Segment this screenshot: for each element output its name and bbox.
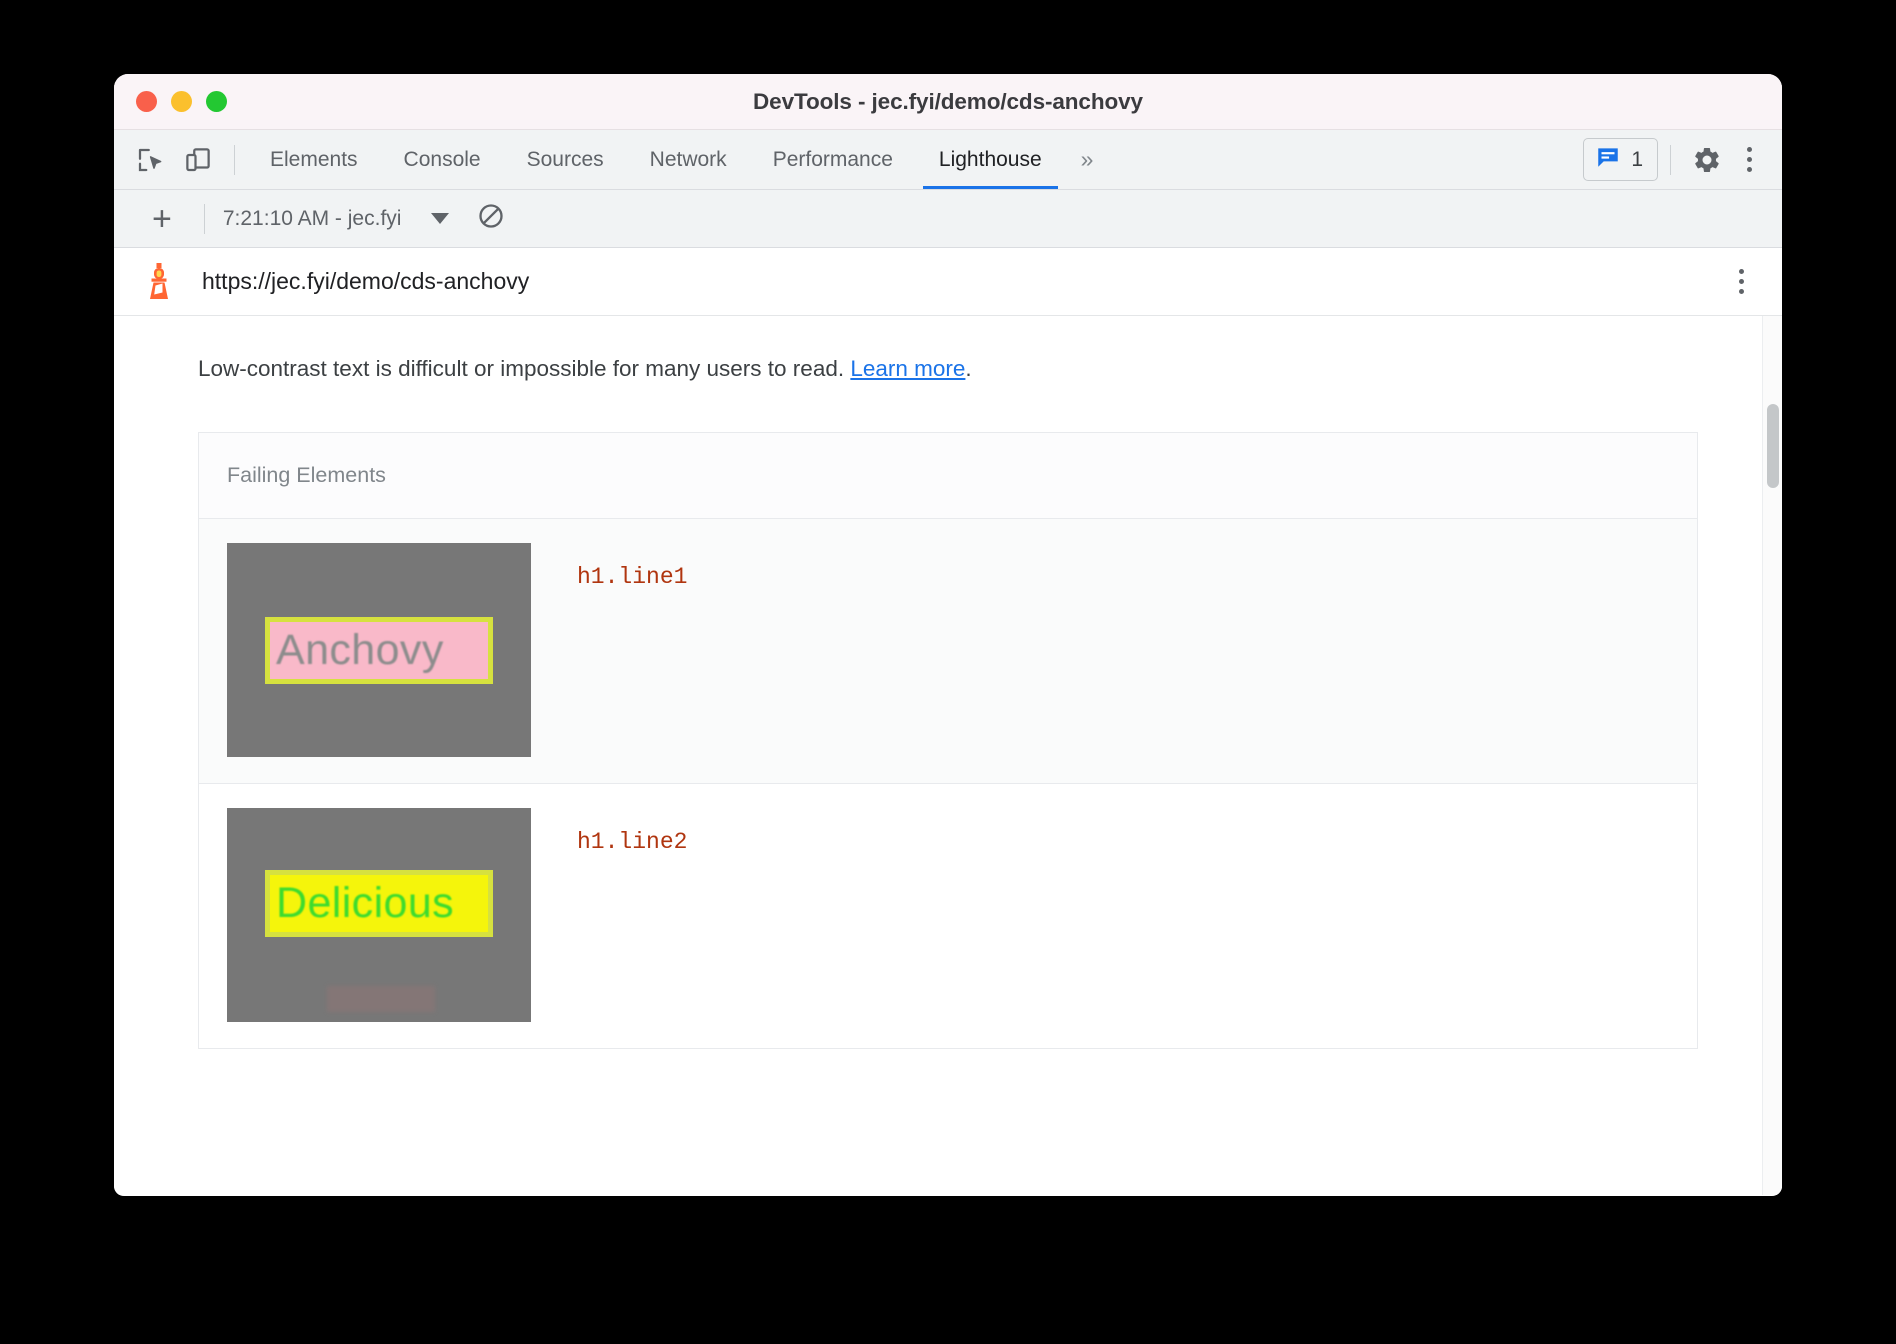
report-url-header: https://jec.fyi/demo/cds-anchovy [114, 248, 1782, 316]
tab-label: Sources [527, 148, 604, 172]
message-icon [1595, 144, 1621, 175]
tab-network[interactable]: Network [627, 130, 750, 189]
highlight-inner: Anchovy [270, 622, 488, 679]
tab-label: Console [404, 148, 481, 172]
close-window-button[interactable] [136, 91, 157, 112]
zoom-window-button[interactable] [206, 91, 227, 112]
window-title: DevTools - jec.fyi/demo/cds-anchovy [114, 89, 1782, 115]
blurred-secondary-element [327, 986, 435, 1012]
report-content: Low-contrast text is difficult or imposs… [114, 316, 1782, 1049]
report-selector-dropdown[interactable]: 7:21:10 AM - jec.fyi [217, 207, 456, 231]
tab-console[interactable]: Console [381, 130, 504, 189]
tab-label: Network [650, 148, 727, 172]
report-body: Low-contrast text is difficult or imposs… [114, 316, 1782, 1195]
toolbar-divider-2 [1670, 145, 1671, 175]
messages-button[interactable]: 1 [1583, 138, 1658, 181]
kebab-menu-icon[interactable] [1731, 147, 1768, 172]
highlight-inner: Delicious [270, 875, 488, 932]
panel-tabs: Elements Console Sources Network Perform… [247, 130, 1109, 189]
chevron-down-icon [431, 213, 449, 224]
traffic-light-buttons [136, 91, 227, 112]
table-row: Delicious h1.line2 [199, 784, 1697, 1048]
gear-icon[interactable] [1683, 138, 1731, 182]
report-url: https://jec.fyi/demo/cds-anchovy [202, 268, 529, 295]
clear-reports-button[interactable] [477, 202, 505, 235]
tab-performance[interactable]: Performance [750, 130, 916, 189]
description-text: Low-contrast text is difficult or imposs… [198, 356, 850, 381]
learn-more-link[interactable]: Learn more [850, 356, 965, 381]
message-count: 1 [1631, 148, 1643, 172]
subtoolbar-divider [204, 204, 205, 234]
toolbar-right-group: 1 [1583, 138, 1782, 182]
description-suffix: . [965, 356, 971, 381]
highlight-box: Delicious [265, 870, 493, 937]
inspect-element-icon[interactable] [126, 138, 174, 182]
table-row: Anchovy h1.line1 [199, 519, 1697, 784]
element-thumbnail[interactable]: Anchovy [227, 543, 531, 757]
report-selected-label: 7:21:10 AM - jec.fyi [223, 207, 402, 231]
tab-sources[interactable]: Sources [504, 130, 627, 189]
window-titlebar: DevTools - jec.fyi/demo/cds-anchovy [114, 74, 1782, 130]
element-selector: h1.line1 [531, 543, 687, 590]
minimize-window-button[interactable] [171, 91, 192, 112]
panel-title: Failing Elements [199, 433, 1697, 519]
highlight-box: Anchovy [265, 617, 493, 684]
tab-label: Lighthouse [939, 148, 1042, 172]
element-preview-text: Delicious [276, 879, 454, 928]
device-toolbar-icon[interactable] [174, 138, 222, 182]
more-tabs-icon[interactable]: » [1065, 130, 1110, 189]
lighthouse-subtoolbar: + 7:21:10 AM - jec.fyi [114, 190, 1782, 248]
no-entry-icon [477, 202, 505, 235]
tab-lighthouse[interactable]: Lighthouse [916, 130, 1065, 189]
tab-label: Elements [270, 148, 358, 172]
tab-elements[interactable]: Elements [247, 130, 381, 189]
screenshot-stage: DevTools - jec.fyi/demo/cds-anchovy Elem… [0, 0, 1896, 1344]
tab-label: Performance [773, 148, 893, 172]
new-audit-button[interactable]: + [132, 202, 192, 236]
lighthouse-icon [142, 262, 176, 302]
element-preview-text: Anchovy [276, 626, 444, 675]
report-options-kebab-icon[interactable] [1723, 269, 1760, 294]
devtools-window: DevTools - jec.fyi/demo/cds-anchovy Elem… [114, 74, 1782, 1196]
devtools-tabbar: Elements Console Sources Network Perform… [114, 130, 1782, 190]
report-scrollbar-track[interactable] [1762, 316, 1782, 1195]
element-selector: h1.line2 [531, 808, 687, 855]
element-thumbnail[interactable]: Delicious [227, 808, 531, 1022]
audit-description: Low-contrast text is difficult or imposs… [114, 316, 1782, 384]
toolbar-divider [234, 145, 235, 175]
report-scrollbar-thumb[interactable] [1767, 404, 1779, 488]
failing-elements-panel: Failing Elements Anchovy h1.line1 [198, 432, 1698, 1049]
